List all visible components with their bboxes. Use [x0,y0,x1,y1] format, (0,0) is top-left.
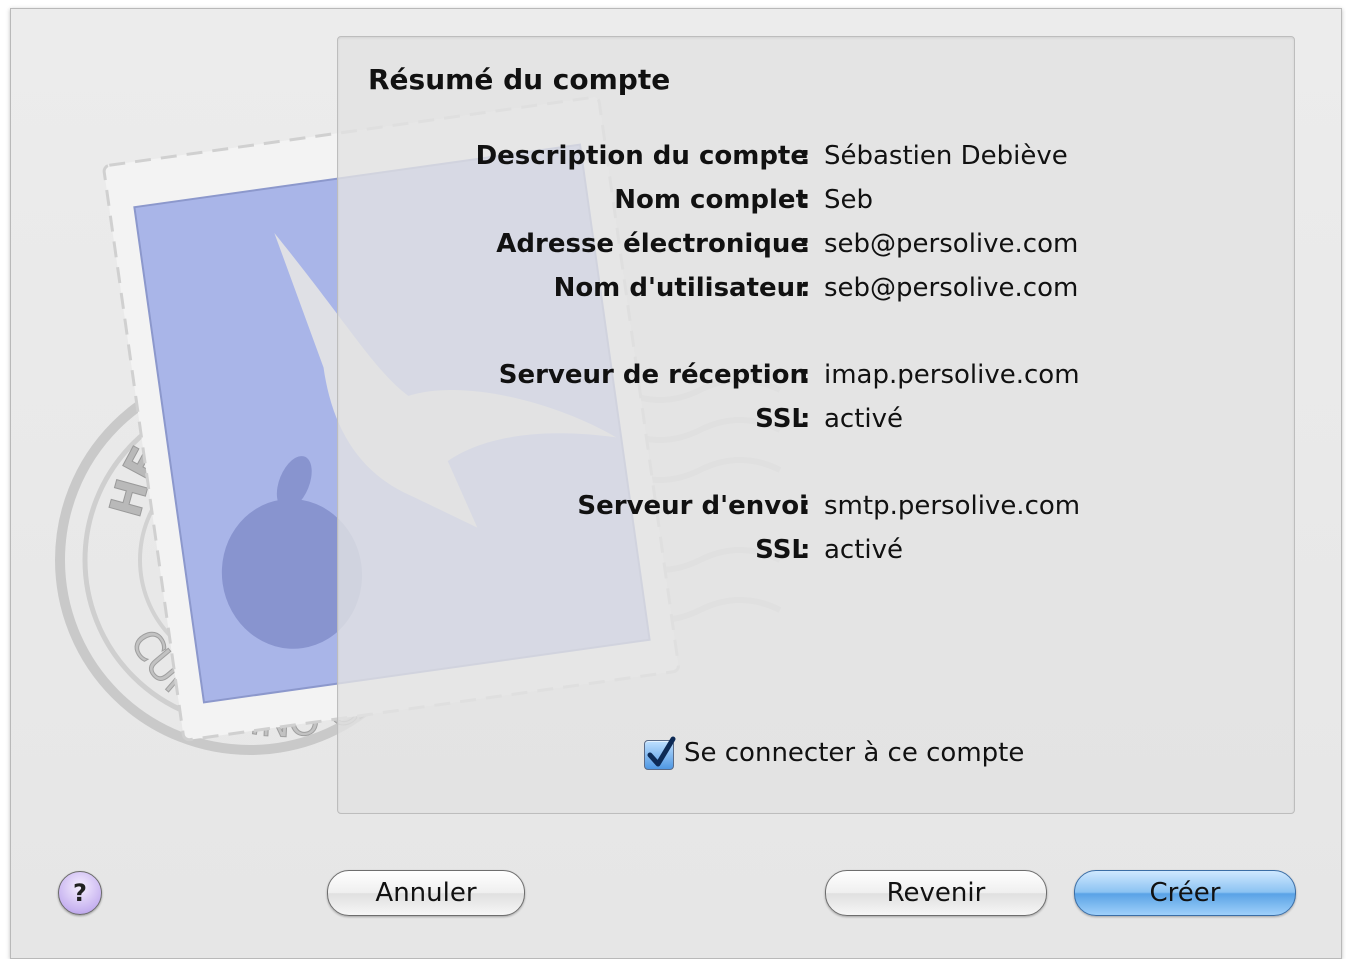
row-value: seb@persolive.com [824,273,1079,303]
row-value: activé [824,404,904,434]
row-outgoing-server: Serveur d'envoi : smtp.persolive.com [338,491,1294,527]
row-separator: : [800,185,811,215]
row-separator: : [800,535,811,565]
help-button[interactable]: ? [58,871,102,915]
cancel-button[interactable]: Annuler [327,870,525,916]
connect-account-label[interactable]: Se connecter à ce compte [684,738,1024,768]
row-full-name: Nom complet : Seb [338,185,1294,221]
row-separator: : [800,273,811,303]
row-separator: : [800,491,811,521]
row-label: Nom d'utilisateur [553,273,808,303]
row-label: Adresse électronique [496,229,808,259]
row-value: seb@persolive.com [824,229,1079,259]
row-value: activé [824,535,904,565]
back-button[interactable]: Revenir [825,870,1047,916]
row-separator: : [800,404,811,434]
row-label: Description du compte [475,141,808,171]
row-value: Seb [824,185,874,215]
row-value: smtp.persolive.com [824,491,1081,521]
row-email: Adresse électronique : seb@persolive.com [338,229,1294,265]
row-incoming-server: Serveur de réception : imap.persolive.co… [338,360,1294,396]
row-separator: : [800,360,811,390]
row-label: SSL [755,535,808,565]
row-username: Nom d'utilisateur : seb@persolive.com [338,273,1294,309]
row-description: Description du compte : Sébastien Debièv… [338,141,1294,177]
connect-account-checkbox[interactable] [644,736,676,770]
row-label: Serveur de réception [498,360,808,390]
checkmark-icon [647,736,676,767]
row-label: Nom complet [614,185,808,215]
row-separator: : [800,229,811,259]
row-label: SSL [755,404,808,434]
row-incoming-ssl: SSL : activé [338,404,1294,440]
panel-title: Résumé du compte [368,63,671,96]
row-separator: : [800,141,811,171]
row-outgoing-ssl: SSL : activé [338,535,1294,571]
row-value: imap.persolive.com [824,360,1080,390]
create-button[interactable]: Créer [1074,870,1296,916]
row-label: Serveur d'envoi [577,491,808,521]
row-value: Sébastien Debiève [824,141,1068,171]
summary-panel: Résumé du compte Description du compte :… [337,36,1295,814]
